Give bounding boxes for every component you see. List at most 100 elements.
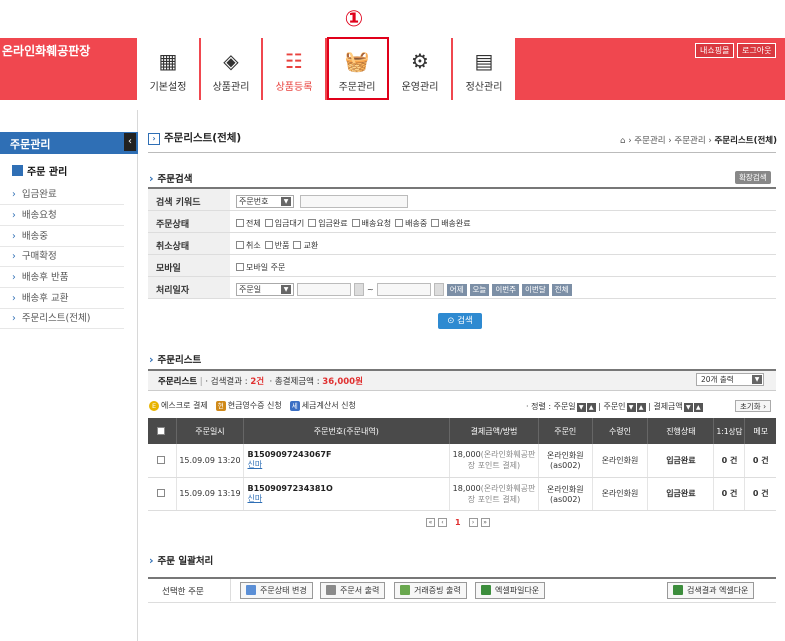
per-page-select[interactable]: 20개 출력 ▼ [696, 373, 764, 386]
print-receipt-button[interactable]: 거래증빙 출력 [394, 582, 467, 599]
escrow-icon: E [149, 401, 159, 411]
collapse-sidebar-icon[interactable]: ‹ [124, 133, 136, 151]
consult-count[interactable]: 0 건 [713, 444, 746, 478]
col-receiver: 수령인 [592, 418, 649, 444]
sidebar-item-payment-complete[interactable]: 입금완료 [0, 185, 124, 205]
calculator-icon: ▤ [474, 49, 494, 73]
keyword-input[interactable] [300, 195, 408, 208]
status: 입금완료 [647, 444, 715, 478]
date-type-select[interactable]: 주문일 ▼ [236, 283, 294, 296]
col-order-date: 주문일시 [176, 418, 244, 444]
nav-product-register[interactable]: ☷ 상품등록 [263, 38, 327, 100]
sort-desc-icon[interactable]: ▼ [576, 403, 586, 412]
select-all-checkbox[interactable] [148, 418, 178, 444]
excel-search-results-button[interactable]: 검색결과 엑셀다운 [667, 582, 755, 599]
sort-desc-icon[interactable]: ▼ [626, 403, 636, 412]
receiver: 온라인화원 [592, 444, 649, 478]
checkbox-exchange[interactable]: 교환 [293, 240, 318, 251]
nav-label: 상품등록 [275, 82, 313, 93]
nav-basic-settings[interactable]: ▦ 기본설정 [137, 38, 201, 100]
item-link[interactable]: 신마 [248, 493, 450, 504]
checkbox-return[interactable]: 반품 [264, 240, 289, 251]
search-form: 검색 키워드 주문번호 ▼ 주문상태 전체 입금대기 입금완료 배송요청 배송중 … [148, 187, 776, 299]
divider [148, 152, 776, 153]
checkbox-shipping[interactable]: 배송중 [395, 218, 427, 229]
field-label: 처리일자 [148, 277, 230, 298]
quick-yesterday-button[interactable]: 어제 [446, 283, 467, 296]
sidebar-item-purchase-confirm[interactable]: 구매확정 [0, 247, 124, 267]
table-row: 15.09.09 13:19 B1509097234381O 신마 18,000(… [148, 477, 776, 511]
col-order-no: 주문번호(주문내역) [243, 418, 451, 444]
sort-asc-icon[interactable]: ▲ [636, 403, 646, 412]
sort-asc-icon[interactable]: ▲ [693, 403, 703, 412]
extended-search-button[interactable]: 확장검색 [735, 171, 771, 184]
gears-icon: ⚙ [411, 49, 429, 73]
checkbox-all[interactable]: 전체 [236, 218, 261, 229]
calendar-icon[interactable] [433, 283, 444, 296]
order-number[interactable]: B1509097243067F [248, 450, 450, 459]
prev-page-icon[interactable]: ‹ [438, 518, 447, 527]
checkbox-shipping-complete[interactable]: 배송완료 [431, 218, 471, 229]
col-orderer: 주문인 [538, 418, 593, 444]
site-logo[interactable]: 온라인화훼공판장 [2, 42, 90, 59]
checkbox-cancel[interactable]: 취소 [236, 240, 261, 251]
legend-escrow: E 에스크로 결제 [149, 400, 208, 411]
checkbox-mobile-order[interactable]: 모바일 주문 [236, 262, 285, 273]
print-order-button[interactable]: 주문서 출력 [320, 582, 386, 599]
sidebar-item-order-list-all[interactable]: 주문리스트(전체) [0, 309, 124, 329]
row-checkbox[interactable] [148, 477, 178, 511]
document-icon [400, 585, 410, 595]
reset-button[interactable]: 초기화 › [735, 400, 772, 412]
excel-download-button[interactable]: 엑셀파일다운 [475, 582, 546, 599]
consult-count[interactable]: 0 건 [713, 477, 746, 511]
nav-highlight-box [327, 37, 389, 100]
calendar-icon[interactable] [354, 283, 364, 296]
pagination: « ‹ 1 › » [426, 518, 490, 527]
orderer-name: 온라인화원 [546, 484, 584, 494]
sort-desc-icon[interactable]: ▼ [683, 403, 693, 412]
next-page-icon[interactable]: › [468, 518, 478, 527]
chevron-down-icon: ▼ [281, 197, 291, 206]
logout-button[interactable]: 로그아웃 [737, 43, 777, 58]
sidebar-item-exchange[interactable]: 배송후 교환 [0, 289, 124, 309]
end-date-input[interactable] [376, 283, 431, 296]
start-date-input[interactable] [297, 283, 351, 296]
memo-count[interactable]: 0 건 [744, 477, 776, 511]
nav-product-management[interactable]: ◈ 상품관리 [201, 38, 263, 100]
my-mall-button[interactable]: 내쇼핑몰 [695, 43, 735, 58]
summary-bar: 주문리스트 | · 검색결과 : 2건 · 총결제금액 : 36,000원 [148, 369, 776, 391]
nav-label: 상품관리 [212, 82, 250, 93]
checkbox-deposit-complete[interactable]: 입금완료 [308, 218, 348, 229]
checkbox-awaiting-deposit[interactable]: 입금대기 [264, 218, 304, 229]
register-icon: ☷ [285, 49, 303, 73]
first-page-icon[interactable]: « [426, 518, 435, 527]
quick-this-month-button[interactable]: 이번달 [522, 283, 549, 296]
orderer-name: 온라인화원 [546, 451, 584, 461]
sort-orderer-label: | 주문인 [598, 402, 626, 411]
page-current[interactable]: 1 [455, 518, 461, 527]
search-row-cancel-status: 취소상태 취소 반품 교환 [148, 233, 776, 255]
quick-all-button[interactable]: 전체 [551, 283, 572, 296]
last-page-icon[interactable]: » [480, 518, 490, 527]
col-consult: 1:1상담 [713, 418, 746, 444]
search-row-mobile: 모바일 모바일 주문 [148, 255, 776, 277]
order-number[interactable]: B1509097234381O [248, 484, 450, 493]
change-status-button[interactable]: 주문상태 변경 [240, 582, 313, 599]
search-button[interactable]: ⊙ 검색 [438, 313, 482, 329]
sidebar-item-shipping-request[interactable]: 배송요청 [0, 206, 124, 226]
search-row-order-status: 주문상태 전체 입금대기 입금완료 배송요청 배송중 배송완료 [148, 211, 776, 233]
quick-this-week-button[interactable]: 이번주 [492, 283, 520, 296]
quick-today-button[interactable]: 오늘 [469, 283, 490, 296]
orderer-id: (as002) [549, 461, 581, 471]
row-checkbox[interactable] [148, 444, 178, 478]
keyword-type-select[interactable]: 주문번호 ▼ [236, 195, 294, 208]
item-link[interactable]: 신마 [248, 459, 450, 470]
orderer-cell: 온라인화원 (as002) [538, 444, 593, 478]
nav-operations[interactable]: ⚙ 운영관리 [389, 38, 453, 100]
nav-settlement[interactable]: ▤ 정산관리 [453, 38, 515, 100]
checkbox-shipping-request[interactable]: 배송요청 [351, 218, 391, 229]
sidebar-item-return[interactable]: 배송후 반품 [0, 268, 124, 288]
sidebar-item-shipping[interactable]: 배송중 [0, 227, 124, 247]
sort-asc-icon[interactable]: ▲ [586, 403, 596, 412]
memo-count[interactable]: 0 건 [744, 444, 776, 478]
